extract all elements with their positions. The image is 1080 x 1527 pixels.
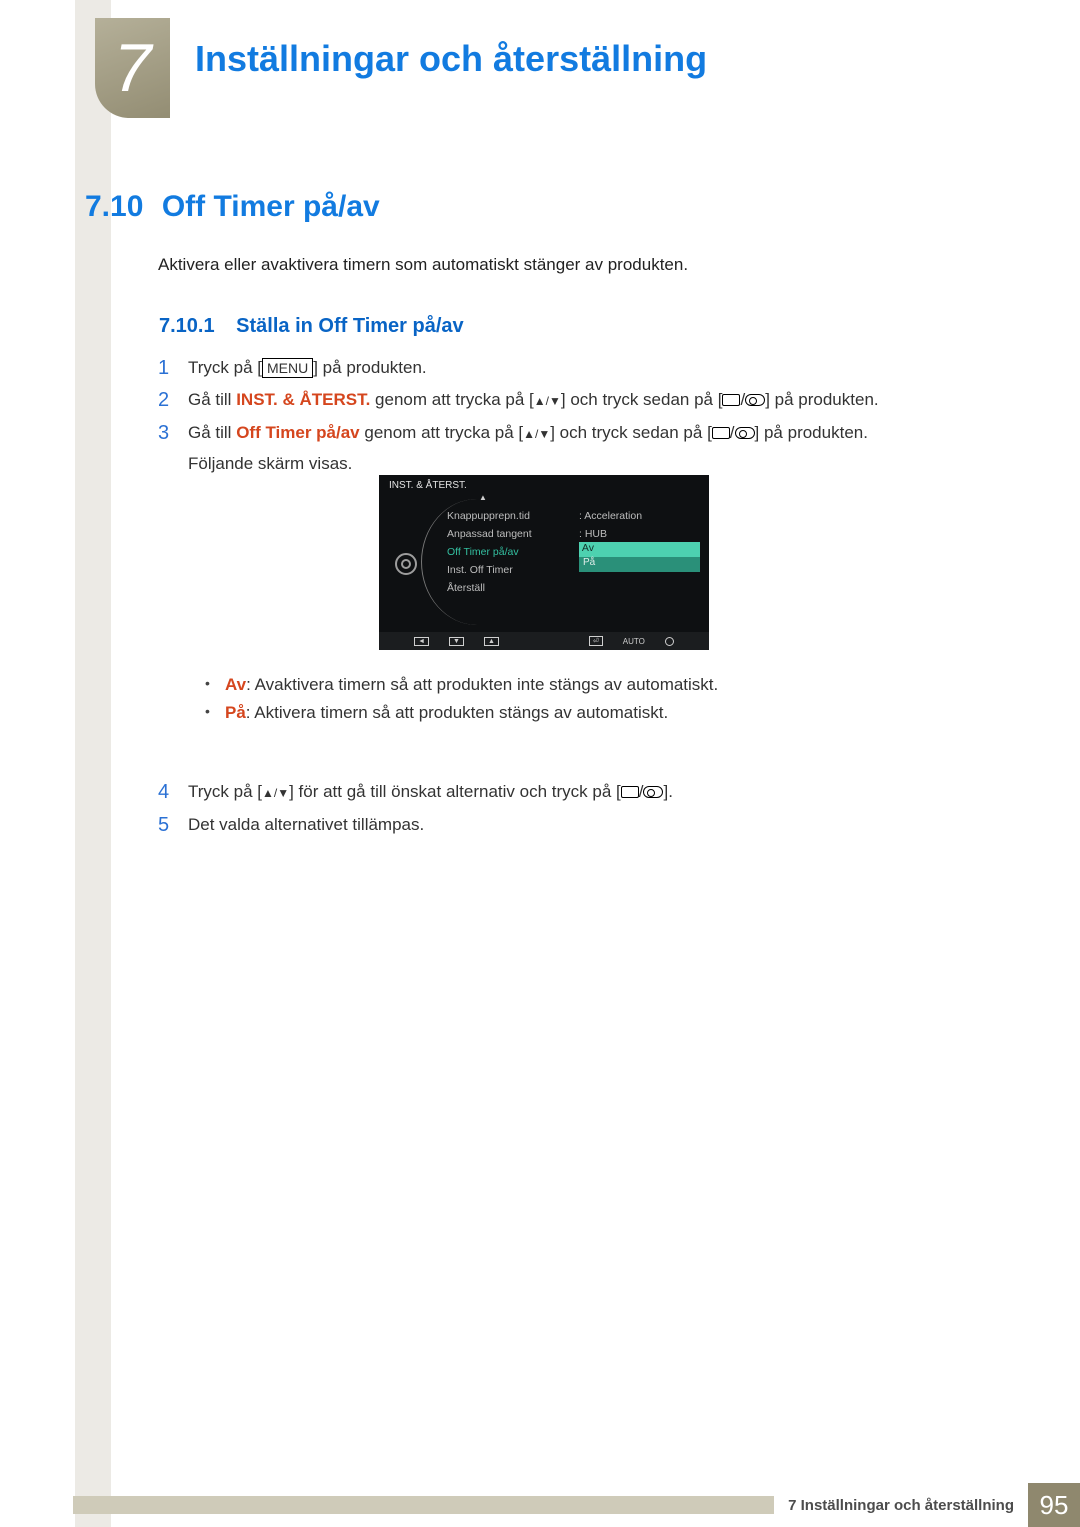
text: HUB xyxy=(585,528,607,540)
section-number: 7.10 xyxy=(85,190,143,224)
gear-icon xyxy=(395,553,417,575)
step-number: 3 xyxy=(158,418,188,479)
page-number: 95 xyxy=(1028,1483,1080,1527)
bullet-icon: • xyxy=(205,703,225,723)
osd-dropdown-option: På xyxy=(579,557,700,572)
enter-icon xyxy=(643,786,663,798)
step-text: Det valda alternativet tillämpas. xyxy=(188,810,978,840)
bullet-pa: • På: Aktivera timern så att produkten s… xyxy=(205,703,718,723)
up-down-icon: ▲/▼ xyxy=(523,427,550,441)
osd-row-label: Inst. Off Timer xyxy=(447,561,532,579)
text: Gå till xyxy=(188,390,236,409)
footer-bar xyxy=(73,1496,774,1514)
step-number: 1 xyxy=(158,353,188,383)
step-text: Gå till INST. & ÅTERST. genom att trycka… xyxy=(188,385,978,416)
step-text: Tryck på [MENU] på produkten. xyxy=(188,353,978,383)
text: Acceleration xyxy=(584,510,642,522)
text: Av xyxy=(582,542,594,554)
osd-row-value: : HUB xyxy=(579,525,642,543)
step-1: 1 Tryck på [MENU] på produkten. xyxy=(158,353,978,383)
step-number: 5 xyxy=(158,810,188,840)
osd-value-column: : Acceleration : HUB xyxy=(579,507,642,543)
bullet-text: Av: Avaktivera timern så att produkten i… xyxy=(225,675,718,695)
page-footer: 7 Inställningar och återställning 95 xyxy=(0,1483,1080,1527)
text: Följande skärm visas. xyxy=(188,454,352,473)
step-text: Gå till Off Timer på/av genom att trycka… xyxy=(188,418,978,479)
chapter-tab: 7 xyxy=(95,18,170,118)
text: ]. xyxy=(663,782,672,801)
osd-screenshot: INST. & ÅTERST. ▲ Knappupprepn.tid Anpas… xyxy=(379,475,709,650)
step-3: 3 Gå till Off Timer på/av genom att tryc… xyxy=(158,418,978,479)
osd-row-value: : Acceleration xyxy=(579,507,642,525)
emphasis: INST. & ÅTERST. xyxy=(236,390,370,409)
rect-icon xyxy=(712,427,730,439)
step-number: 2 xyxy=(158,385,188,416)
section-intro: Aktivera eller avaktivera timern som aut… xyxy=(158,255,688,275)
text: : Aktivera timern så att produkten stäng… xyxy=(246,703,668,722)
osd-row-label: Knappupprepn.tid xyxy=(447,507,532,525)
bullet-icon: • xyxy=(205,675,225,695)
osd-auto-label: AUTO xyxy=(623,637,645,646)
osd-enter-icon: ⏎ xyxy=(589,636,603,646)
text: ] på produkten. xyxy=(765,390,878,409)
step-5: 5 Det valda alternativet tillämpas. xyxy=(158,810,978,840)
sidebar-stripe xyxy=(75,0,111,1527)
text: Gå till xyxy=(188,423,236,442)
osd-down-icon: ▼ xyxy=(449,637,464,646)
subsection-title: Ställa in Off Timer på/av xyxy=(236,315,463,337)
text: ] och tryck sedan på [ xyxy=(561,390,723,409)
chapter-number: 7 xyxy=(114,29,152,107)
text: ] och tryck sedan på [ xyxy=(550,423,712,442)
step-2: 2 Gå till INST. & ÅTERST. genom att tryc… xyxy=(158,385,978,416)
osd-selected-value: Av xyxy=(579,542,700,557)
text: ] på produkten. xyxy=(755,423,868,442)
emphasis: Off Timer på/av xyxy=(236,423,359,442)
text: genom att trycka på [ xyxy=(370,390,533,409)
section-heading: 7.10 Off Timer på/av xyxy=(85,190,380,224)
step-4: 4 Tryck på [▲/▼] för att gå till önskat … xyxy=(158,777,978,808)
text: Tryck på [ xyxy=(188,782,262,801)
text: : Avaktivera timern så att produkten int… xyxy=(246,675,718,694)
osd-title: INST. & ÅTERST. xyxy=(379,475,709,496)
up-down-icon: ▲/▼ xyxy=(534,394,561,408)
option-label: Av xyxy=(225,675,246,694)
step-number: 4 xyxy=(158,777,188,808)
footer-caption: 7 Inställningar och återställning xyxy=(774,1497,1028,1514)
text: genom att trycka på [ xyxy=(360,423,523,442)
bullet-text: På: Aktivera timern så att produkten stä… xyxy=(225,703,668,723)
osd-bottom-bar: ◄ ▼ ▲ ⏎ AUTO xyxy=(379,632,709,650)
rect-icon xyxy=(722,394,740,406)
osd-left-icon: ◄ xyxy=(414,637,429,646)
section-title: Off Timer på/av xyxy=(162,190,380,224)
option-label: På xyxy=(225,703,246,722)
up-down-icon: ▲/▼ xyxy=(262,786,289,800)
osd-menu-column: Knappupprepn.tid Anpassad tangent Off Ti… xyxy=(447,507,532,597)
rect-icon xyxy=(621,786,639,798)
bullet-av: • Av: Avaktivera timern så att produkten… xyxy=(205,675,718,695)
enter-icon xyxy=(745,394,765,406)
text: ] för att gå till önskat alternativ och … xyxy=(289,782,621,801)
osd-row-label: Återställ xyxy=(447,579,532,597)
subsection-number: 7.10.1 xyxy=(159,315,215,337)
enter-icon xyxy=(735,427,755,439)
text: Tryck på [ xyxy=(188,358,262,377)
chapter-title: Inställningar och återställning xyxy=(195,38,707,80)
option-bullets: • Av: Avaktivera timern så att produkten… xyxy=(205,675,718,731)
subsection-heading: 7.10.1 Ställa in Off Timer på/av xyxy=(159,315,464,338)
osd-row-label-selected: Off Timer på/av xyxy=(447,543,532,561)
menu-button-label: MENU xyxy=(262,358,313,378)
osd-power-icon xyxy=(665,637,674,646)
text: ] på produkten. xyxy=(313,358,426,377)
step-text: Tryck på [▲/▼] för att gå till önskat al… xyxy=(188,777,978,808)
osd-up-icon: ▲ xyxy=(484,637,499,646)
osd-row-label: Anpassad tangent xyxy=(447,525,532,543)
